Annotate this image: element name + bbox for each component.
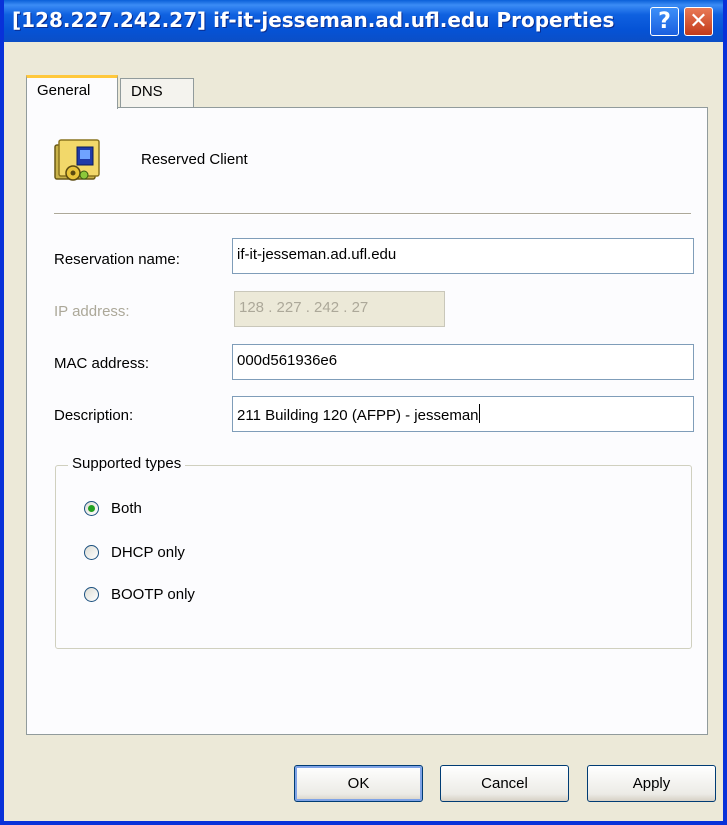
radio-label: BOOTP only: [111, 585, 195, 603]
radio-label: Both: [111, 499, 142, 517]
separator: [54, 213, 691, 215]
ip-address-field: 128 . 227 . 242 . 27: [234, 291, 445, 327]
title-bar[interactable]: [128.227.242.27] if-it-jesseman.ad.ufl.e…: [4, 0, 723, 42]
reservation-name-label: Reservation name:: [54, 251, 180, 268]
window-title: [128.227.242.27] if-it-jesseman.ad.ufl.e…: [12, 8, 615, 32]
mac-address-field[interactable]: 000d561936e6: [232, 344, 694, 380]
tab-general[interactable]: General: [26, 75, 118, 109]
radio-dhcp-only[interactable]: DHCP only: [84, 541, 185, 563]
help-icon: ?: [658, 9, 671, 34]
radio-button[interactable]: [84, 500, 99, 516]
reserved-client-icon: [54, 139, 100, 181]
text-caret: [478, 404, 480, 423]
description-value: 211 Building 120 (AFPP) - jesseman: [237, 407, 479, 424]
ip-address-label: IP address:: [54, 303, 130, 320]
close-icon: ✕: [689, 9, 708, 34]
supported-types-title: Supported types: [68, 455, 186, 472]
ok-button[interactable]: OK: [294, 765, 423, 802]
cancel-button[interactable]: Cancel: [440, 765, 569, 802]
client-type-label: Reserved Client: [141, 151, 248, 168]
radio-bootp-only[interactable]: BOOTP only: [84, 583, 195, 605]
description-label: Description:: [54, 407, 134, 424]
supported-types-group: Supported types Both DHCP only BOOTP onl…: [55, 455, 692, 649]
help-button[interactable]: ?: [650, 7, 679, 36]
radio-both[interactable]: Both: [84, 497, 142, 519]
reservation-name-field[interactable]: if-it-jesseman.ad.ufl.edu: [232, 238, 694, 274]
radio-selected-dot: [88, 504, 95, 512]
radio-button[interactable]: [84, 544, 99, 560]
radio-label: DHCP only: [111, 543, 185, 561]
mac-address-label: MAC address:: [54, 355, 150, 372]
general-tab-panel: Reserved Client Reservation name: if-it-…: [26, 107, 708, 735]
properties-dialog: [128.227.242.27] if-it-jesseman.ad.ufl.e…: [0, 0, 727, 825]
apply-button[interactable]: Apply: [587, 765, 716, 802]
description-field[interactable]: 211 Building 120 (AFPP) - jesseman: [232, 396, 694, 432]
radio-button[interactable]: [84, 586, 99, 602]
tab-dns[interactable]: DNS: [120, 78, 194, 108]
close-button[interactable]: ✕: [684, 7, 713, 36]
